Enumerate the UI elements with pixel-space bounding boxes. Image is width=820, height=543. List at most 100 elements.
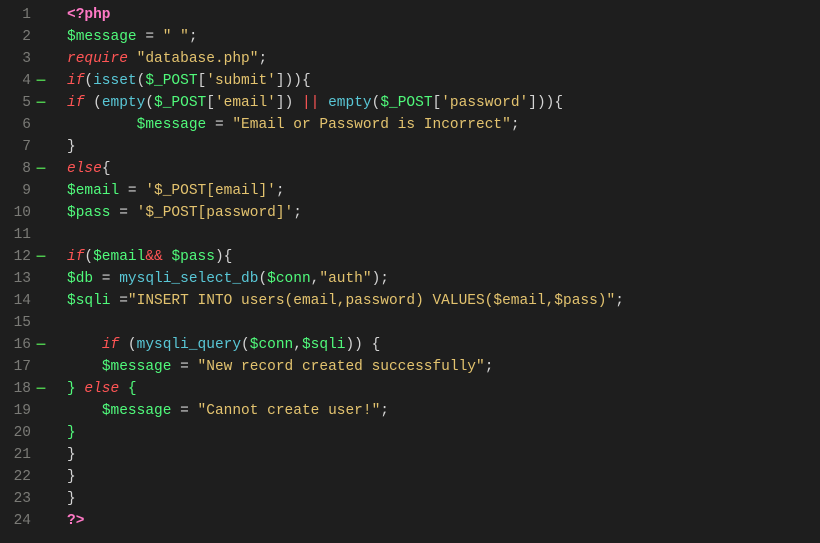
line-number-label: 7 bbox=[22, 136, 33, 158]
token-var: } bbox=[67, 381, 76, 397]
line-number-label: 19 bbox=[14, 400, 33, 422]
token-pun: ; bbox=[380, 403, 389, 419]
code-line[interactable]: } bbox=[67, 444, 820, 466]
token-pun: [ bbox=[206, 95, 215, 111]
code-line[interactable]: } bbox=[67, 466, 820, 488]
code-line[interactable]: $message = " "; bbox=[67, 26, 820, 48]
code-line[interactable]: require "database.php"; bbox=[67, 48, 820, 70]
code-line[interactable] bbox=[67, 312, 820, 334]
fold-icon[interactable]: — bbox=[35, 334, 47, 356]
code-line[interactable]: if(isset($_POST['submit'])){ bbox=[67, 70, 820, 92]
token-pun: ; bbox=[485, 359, 494, 375]
token-kw: else bbox=[67, 161, 102, 177]
line-number: 17 bbox=[0, 356, 47, 378]
code-line[interactable] bbox=[67, 224, 820, 246]
line-number: 7 bbox=[0, 136, 47, 158]
code-line[interactable]: if (mysqli_query($conn,$sqli)) { bbox=[67, 334, 820, 356]
code-line[interactable]: $email = '$_POST[email]'; bbox=[67, 180, 820, 202]
line-number-label: 3 bbox=[22, 48, 33, 70]
token-var: $message bbox=[102, 359, 172, 375]
code-line[interactable]: <?php bbox=[67, 4, 820, 26]
code-line[interactable]: } bbox=[67, 136, 820, 158]
code-area[interactable]: <?php$message = " ";require "database.ph… bbox=[55, 4, 820, 532]
token-pun bbox=[319, 95, 328, 111]
line-number-label: 10 bbox=[14, 202, 33, 224]
code-line[interactable]: } else { bbox=[67, 378, 820, 400]
token-pun bbox=[128, 51, 137, 67]
token-var: $_POST bbox=[145, 73, 197, 89]
code-line[interactable]: $db = mysqli_select_db($conn,"auth"); bbox=[67, 268, 820, 290]
token-pun bbox=[67, 403, 102, 419]
token-pun bbox=[119, 381, 128, 397]
code-line[interactable]: } bbox=[67, 488, 820, 510]
token-fn: mysqli_select_db bbox=[119, 271, 258, 287]
token-str: '$_POST[email]' bbox=[145, 183, 276, 199]
token-var: $message bbox=[137, 117, 207, 133]
fold-icon[interactable]: — bbox=[35, 378, 47, 400]
line-number: 24 bbox=[0, 510, 47, 532]
token-pun: ; bbox=[511, 117, 520, 133]
token-var: $_POST bbox=[154, 95, 206, 111]
line-number: 12— bbox=[0, 246, 47, 268]
token-str: "auth" bbox=[319, 271, 371, 287]
token-str: " " bbox=[163, 29, 189, 45]
token-var: $sqli bbox=[67, 293, 111, 309]
token-pun: = bbox=[119, 183, 145, 199]
token-fn: empty bbox=[328, 95, 372, 111]
token-var: $_POST bbox=[380, 95, 432, 111]
line-number-label: 14 bbox=[14, 290, 33, 312]
token-str: 'password' bbox=[441, 95, 528, 111]
token-pun: = bbox=[171, 403, 197, 419]
token-var: $sqli bbox=[302, 337, 346, 353]
line-number-label: 18 bbox=[14, 378, 33, 400]
fold-icon[interactable]: — bbox=[35, 246, 47, 268]
fold-icon[interactable]: — bbox=[35, 70, 47, 92]
line-gutter: 1234—5—678—9101112—13141516—1718—1920212… bbox=[0, 4, 55, 532]
token-kw: if bbox=[67, 249, 84, 265]
line-number-label: 8 bbox=[22, 158, 33, 180]
line-number-label: 15 bbox=[14, 312, 33, 334]
line-number: 2 bbox=[0, 26, 47, 48]
token-pun: = bbox=[137, 29, 163, 45]
token-str: "INSERT INTO users(email,password) VALUE… bbox=[128, 293, 615, 309]
line-number-label: 12 bbox=[14, 246, 33, 268]
line-number: 11 bbox=[0, 224, 47, 246]
code-line[interactable]: else{ bbox=[67, 158, 820, 180]
code-line[interactable]: ?> bbox=[67, 510, 820, 532]
line-number: 23 bbox=[0, 488, 47, 510]
token-var: $db bbox=[67, 271, 93, 287]
token-var: $pass bbox=[171, 249, 215, 265]
token-pun: } bbox=[67, 491, 76, 507]
token-var: $email bbox=[67, 183, 119, 199]
token-str: "database.php" bbox=[137, 51, 259, 67]
line-number: 14 bbox=[0, 290, 47, 312]
line-number: 16— bbox=[0, 334, 47, 356]
code-line[interactable]: $sqli ="INSERT INTO users(email,password… bbox=[67, 290, 820, 312]
code-line[interactable]: $message = "Email or Password is Incorre… bbox=[67, 114, 820, 136]
token-pun: } bbox=[67, 139, 76, 155]
code-line[interactable]: } bbox=[67, 422, 820, 444]
fold-icon[interactable]: — bbox=[35, 92, 47, 114]
token-pun: = bbox=[111, 205, 137, 221]
token-pun: )) { bbox=[345, 337, 380, 353]
token-kw: if bbox=[67, 95, 84, 111]
code-line[interactable]: $pass = '$_POST[password]'; bbox=[67, 202, 820, 224]
fold-icon[interactable]: — bbox=[35, 158, 47, 180]
code-line[interactable]: $message = "New record created successfu… bbox=[67, 356, 820, 378]
code-editor[interactable]: 1234—5—678—9101112—13141516—1718—1920212… bbox=[0, 0, 820, 532]
token-pun: { bbox=[102, 161, 111, 177]
code-line[interactable]: $message = "Cannot create user!"; bbox=[67, 400, 820, 422]
line-number: 18— bbox=[0, 378, 47, 400]
code-line[interactable]: if($email&& $pass){ bbox=[67, 246, 820, 268]
token-op: || bbox=[302, 95, 319, 111]
line-number-label: 1 bbox=[22, 4, 33, 26]
line-number: 15 bbox=[0, 312, 47, 334]
token-pun bbox=[67, 337, 102, 353]
token-str: "New record created successfully" bbox=[198, 359, 485, 375]
token-str: '$_POST[password]' bbox=[137, 205, 294, 221]
token-tag: ?> bbox=[67, 513, 84, 529]
code-line[interactable]: if (empty($_POST['email']) || empty($_PO… bbox=[67, 92, 820, 114]
token-pun: ( bbox=[372, 95, 381, 111]
line-number-label: 21 bbox=[14, 444, 33, 466]
token-str: "Cannot create user!" bbox=[198, 403, 381, 419]
